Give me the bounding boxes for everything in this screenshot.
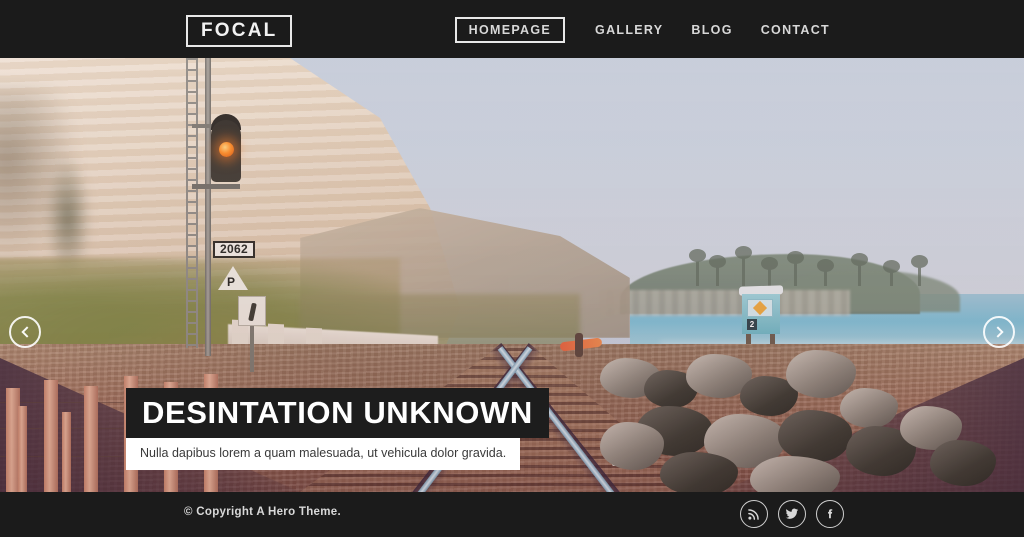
signal-lamp-red [219, 142, 234, 157]
site-footer: © Copyright A Hero Theme. [0, 492, 1024, 537]
surfer-person [575, 333, 583, 357]
rss-icon [748, 509, 759, 520]
facebook-icon [828, 509, 833, 519]
social-link-twitter[interactable] [778, 500, 806, 528]
hero-title-row: DESINTATION UNKNOWN [126, 388, 549, 438]
social-link-facebook[interactable] [816, 500, 844, 528]
nav-item-contact[interactable]: CONTACT [747, 17, 844, 44]
carousel-prev-button[interactable] [9, 316, 41, 348]
hero-title: DESINTATION UNKNOWN [126, 388, 549, 438]
social-link-rss[interactable] [740, 500, 768, 528]
signal-mast [205, 58, 211, 356]
milepost-sign: 2062 [213, 241, 255, 258]
hillside-houses [600, 290, 850, 316]
pedestrian-sign [238, 296, 266, 326]
social-links [740, 500, 844, 528]
carousel-next-button[interactable] [983, 316, 1015, 348]
parking-sign-letter: P [227, 275, 236, 289]
page-root: FOCAL HOMEPAGE GALLERY BLOG CONTACT 2 20… [0, 0, 1024, 537]
main-navigation: HOMEPAGE GALLERY BLOG CONTACT [454, 15, 844, 45]
palm-trees [689, 246, 940, 286]
hero-subtitle: Nulla dapibus lorem a quam malesuada, ut… [126, 438, 521, 470]
nav-item-homepage[interactable]: HOMEPAGE [454, 16, 566, 44]
logo-text: FOCAL [201, 20, 278, 41]
copyright-text: © Copyright A Hero Theme. [184, 506, 341, 518]
lifeguard-tower: 2 [739, 285, 783, 354]
hero-subtitle-row: Nulla dapibus lorem a quam malesuada, ut… [126, 438, 549, 470]
signal-crossarm [192, 184, 240, 189]
signal-ladder [186, 58, 198, 348]
hero-caption: DESINTATION UNKNOWN Nulla dapibus lorem … [126, 388, 549, 470]
lifeguard-tower-number: 2 [747, 319, 757, 330]
hero-slider: 2 2062 P DESINTATION UNKNOWN Nulla dapib… [0, 58, 1024, 492]
site-logo[interactable]: FOCAL [186, 15, 293, 47]
site-header: FOCAL HOMEPAGE GALLERY BLOG CONTACT [0, 0, 1024, 58]
chevron-left-icon [20, 326, 33, 338]
pedestrian-sign-post [250, 326, 254, 372]
chevron-right-icon [991, 326, 1004, 338]
riprap-rocks [600, 340, 1024, 492]
twitter-icon [785, 508, 799, 519]
nav-item-blog[interactable]: BLOG [677, 17, 746, 44]
nav-item-gallery[interactable]: GALLERY [581, 17, 677, 44]
